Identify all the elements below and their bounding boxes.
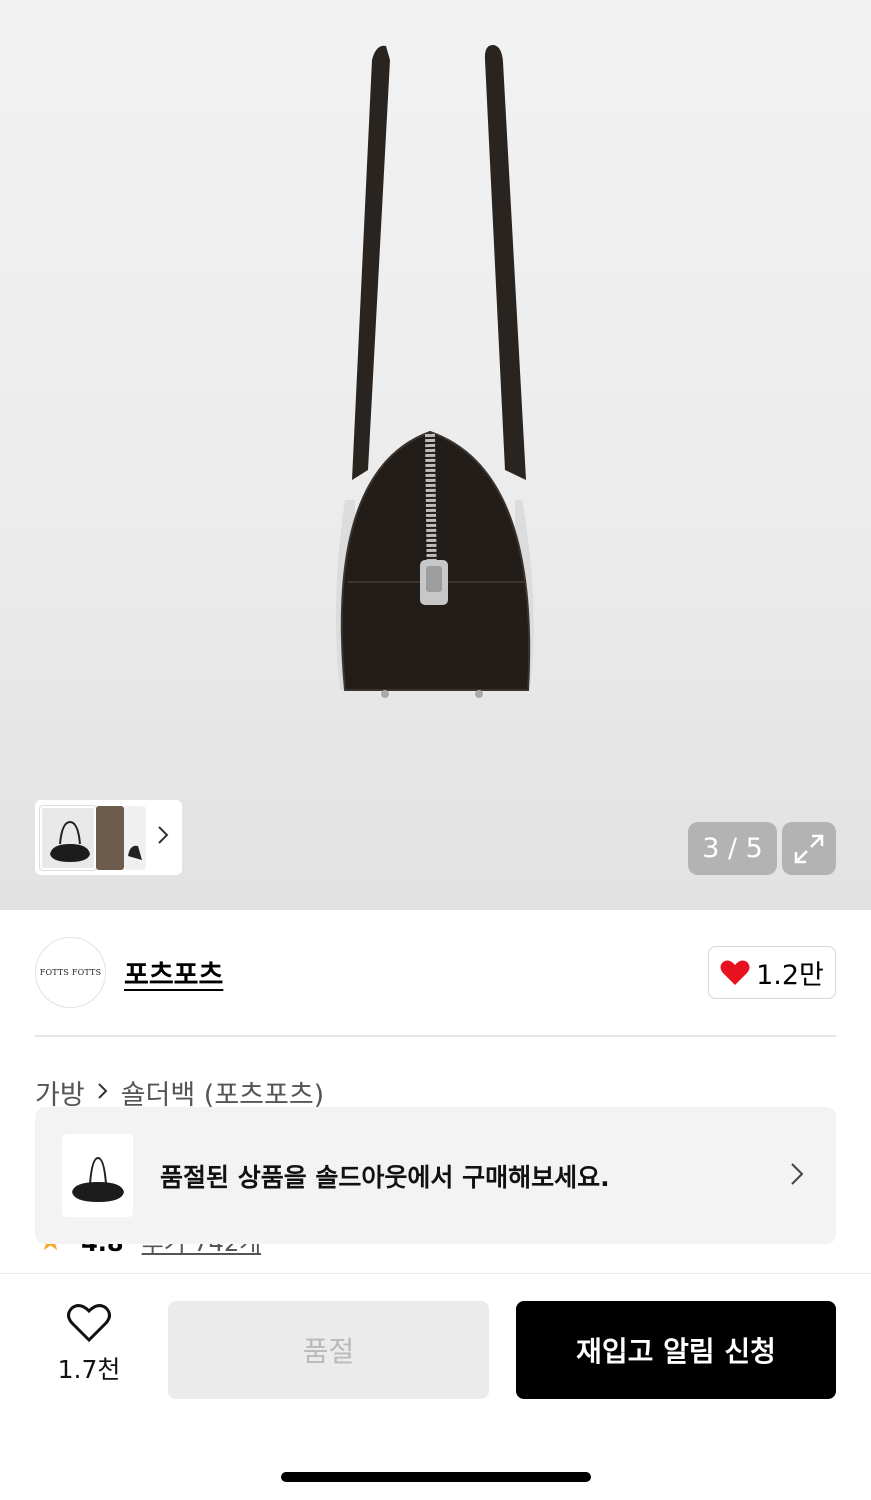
wishlist-button[interactable]: 1.7천: [45, 1302, 133, 1392]
thumbnail-image-2[interactable]: [96, 805, 124, 870]
home-indicator: [281, 1472, 591, 1482]
thumbnail-strip[interactable]: [35, 800, 182, 875]
chevron-right-icon: [97, 1079, 109, 1107]
soldout-button: 품절: [168, 1301, 489, 1399]
bottom-bar-divider: [0, 1273, 871, 1274]
brand-like-count: 1.2만: [756, 960, 824, 991]
soldout-banner-message: 품절된 상품을 솔드아웃에서 구매해보세요.: [160, 1162, 610, 1192]
product-image-bag: [336, 44, 534, 698]
thumbnail-image-3[interactable]: [124, 805, 146, 870]
chevron-right-icon: [790, 1161, 804, 1191]
brand-logo-text: FOTTS FOTTS: [39, 968, 102, 977]
image-counter: 3 / 5: [688, 822, 777, 875]
chevron-right-icon[interactable]: [156, 824, 170, 851]
soldout-product-thumbnail: [62, 1134, 133, 1217]
brand-logo[interactable]: FOTTS FOTTS: [35, 937, 106, 1008]
brand-name-link[interactable]: 포츠포츠: [124, 953, 223, 992]
product-image-gallery[interactable]: 3 / 5: [0, 0, 871, 910]
restock-alert-button[interactable]: 재입고 알림 신청: [516, 1301, 836, 1399]
heart-filled-icon: [720, 960, 750, 985]
section-divider: [35, 1035, 836, 1037]
heart-outline-icon: [67, 1304, 111, 1343]
expand-icon[interactable]: [782, 822, 836, 875]
wishlist-count: 1.7천: [57, 1355, 121, 1384]
soldout-banner[interactable]: 품절된 상품을 솔드아웃에서 구매해보세요.: [35, 1107, 836, 1244]
brand-like-button[interactable]: 1.2만: [708, 946, 836, 999]
thumbnail-image-1[interactable]: [40, 805, 96, 870]
